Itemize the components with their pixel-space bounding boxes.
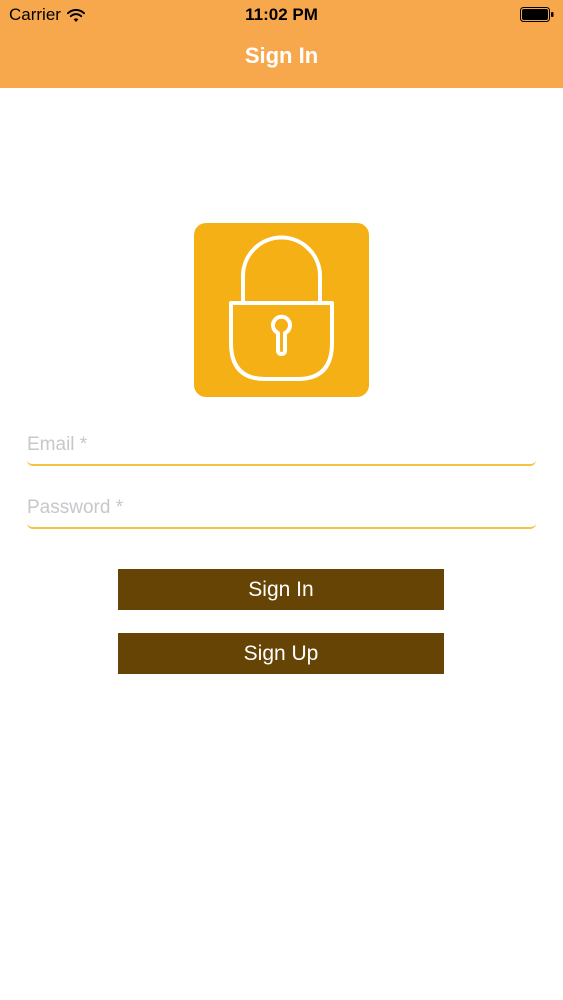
lock-icon [229, 235, 334, 381]
password-field [27, 491, 536, 529]
sign-in-screen: Carrier 11:02 PM Sign In Email * Sign In… [0, 0, 563, 1000]
status-time: 11:02 PM [245, 5, 318, 24]
sign-up-button[interactable]: Sign Up [118, 633, 444, 674]
battery-icon [520, 7, 554, 22]
email-field [27, 428, 536, 466]
sign-in-button[interactable]: Sign In [118, 569, 444, 610]
navigation-bar: Carrier 11:02 PM Sign In [0, 0, 563, 88]
password-input[interactable] [27, 491, 536, 525]
status-bar: Carrier 11:02 PM [0, 0, 563, 30]
lock-logo [194, 223, 369, 397]
email-input[interactable] [27, 428, 536, 462]
page-title: Sign In [244, 43, 319, 68]
